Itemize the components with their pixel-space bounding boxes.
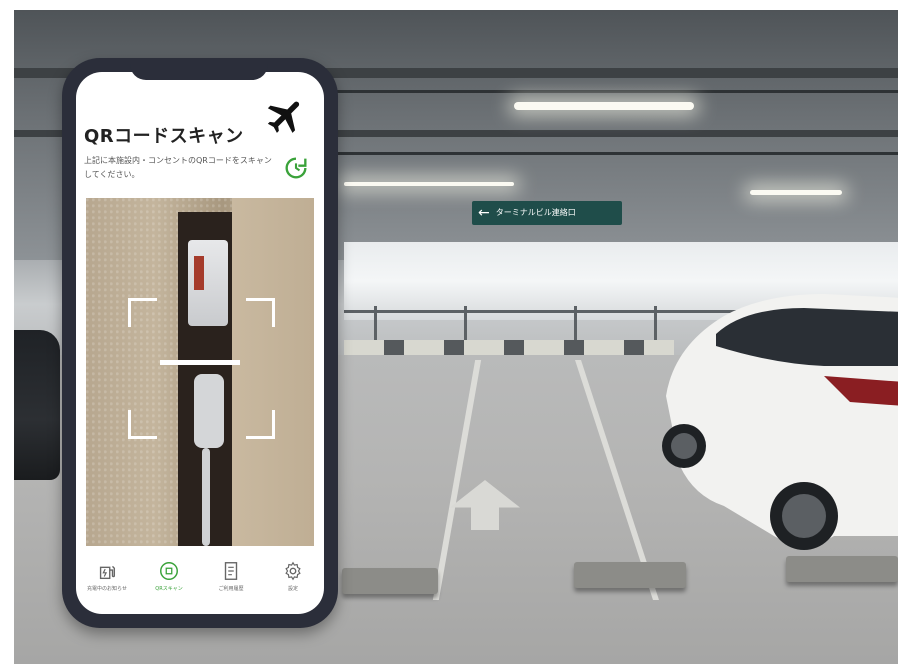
scan-frame-corner — [128, 410, 157, 439]
refresh-icon[interactable] — [282, 154, 310, 182]
wheel-stop — [342, 568, 438, 594]
instruction-text: 上記に本施設内・コンセントのQRコードをスキャンしてください。 — [84, 156, 272, 179]
ceiling-light — [750, 190, 842, 195]
rail-post — [574, 306, 577, 342]
receipt-icon — [224, 562, 238, 580]
white-car — [662, 294, 898, 550]
ceiling-pipe — [334, 90, 898, 93]
tab-label: 設定 — [287, 586, 298, 592]
scan-frame-corner — [246, 410, 275, 439]
scan-frame-corner — [246, 298, 275, 327]
charging-station-icon — [99, 565, 116, 580]
scan-line — [160, 360, 240, 365]
page-title: QRコードスキャン — [84, 126, 244, 147]
sign-text: ターミナルビル連絡口 — [495, 208, 576, 217]
ceiling-light — [344, 182, 514, 186]
rail-post — [374, 306, 377, 342]
phone-notch — [130, 58, 268, 80]
camera-charger-plug — [194, 374, 224, 448]
camera-charger-display — [194, 256, 204, 290]
ceiling-light — [514, 102, 694, 110]
arrow-left-icon: ← — [478, 205, 490, 221]
gear-icon — [285, 561, 301, 581]
airplane-icon — [267, 101, 300, 133]
camera-wall — [232, 198, 314, 546]
barrier — [344, 340, 674, 356]
tab-qr-scan[interactable]: QRスキャン — [141, 560, 197, 592]
tab-label: 充電中のお知らせ — [87, 586, 127, 592]
tab-usage-history[interactable]: ご利用履歴 — [203, 560, 259, 592]
ceiling-pipe — [334, 152, 898, 155]
tab-label: QRスキャン — [155, 586, 183, 592]
tab-label: ご利用履歴 — [218, 586, 244, 592]
bottom-tab-bar: 充電中のお知らせ QRスキャン ご利用履歴 設定 — [76, 560, 324, 614]
qr-scan-icon — [160, 562, 178, 580]
terminal-direction-sign: ← ターミナルビル連絡口 — [472, 201, 622, 225]
rail-post — [464, 306, 467, 342]
tab-settings[interactable]: 設定 — [265, 560, 321, 592]
qr-camera-viewfinder[interactable] — [86, 198, 314, 546]
phone-screen: QRコードスキャン 上記に本施設内・コンセントのQRコードをスキャンしてください… — [76, 72, 324, 614]
camera-cable — [202, 448, 210, 546]
scan-frame-corner — [128, 298, 157, 327]
tab-charging-notice[interactable]: 充電中のお知らせ — [79, 560, 135, 592]
dark-car — [14, 330, 60, 480]
